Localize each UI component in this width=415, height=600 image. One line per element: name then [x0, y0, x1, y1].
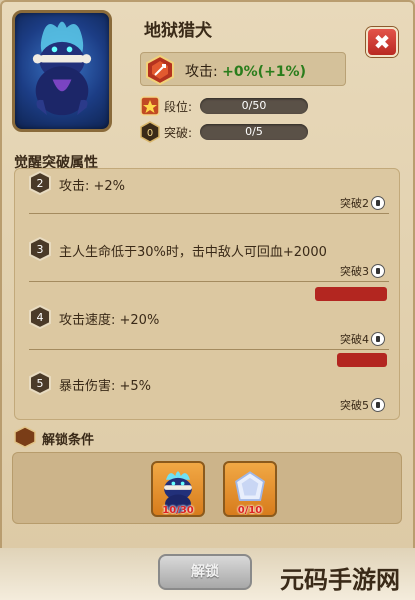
breakthrough-label: 突破:	[164, 126, 193, 140]
lock-icon	[371, 196, 385, 210]
item-tag: 突破4	[340, 331, 385, 347]
lock-icon	[371, 332, 385, 346]
item-text: 主人生命低于30%时，击中敌人可回血+2000	[59, 245, 327, 260]
item-tag: 突破5	[340, 397, 385, 413]
item-text: 攻击速度: +20%	[59, 313, 160, 328]
divider	[29, 349, 389, 350]
awakening-list[interactable]: 2 攻击: +2% 突破2 3 主人生命低于30%时，击中敌人可回血+2000 …	[14, 168, 400, 420]
item-tag: 突破2	[340, 195, 385, 211]
unlock-conditions-title: 解锁条件	[42, 433, 95, 448]
watermark: 元码手游网	[280, 566, 400, 594]
badge-hex-icon: 4	[29, 305, 51, 329]
breakthrough-icon-digit: 0	[147, 128, 153, 139]
attack-label: 攻击:	[185, 64, 218, 80]
requirement-count: 10/30	[162, 505, 194, 516]
divider	[29, 281, 389, 282]
hero-name: 地狱猎犬	[144, 21, 212, 41]
unlock-hex-icon	[14, 426, 36, 448]
requirement-slot[interactable]: 10/30	[151, 461, 205, 517]
attack-icon	[146, 55, 174, 85]
item-tag-label: 突破3	[340, 265, 369, 278]
badge-hex-icon: 3	[29, 237, 51, 261]
badge-number: 4	[37, 311, 44, 324]
divider	[29, 213, 389, 214]
rank-label: 段位:	[164, 100, 193, 114]
rank-progress-bar: 0/50	[200, 98, 308, 114]
lock-icon	[371, 264, 385, 278]
requirement-count: 0/10	[237, 505, 263, 516]
close-icon: ✖	[373, 30, 391, 54]
badge-hex-icon: 2	[29, 171, 51, 195]
item-tag-label: 突破2	[340, 197, 369, 210]
breakthrough-progress-bar: 0/5	[200, 124, 308, 140]
badge-number: 3	[37, 243, 44, 256]
red-status-pill	[315, 287, 387, 301]
breakthrough-hex-icon: 0	[140, 121, 160, 143]
badge-hex-icon: 5	[29, 371, 51, 395]
item-tag: 突破3	[340, 263, 385, 279]
hero-portrait	[12, 10, 112, 132]
attack-text: 攻击: +0%(+1%)	[185, 61, 306, 81]
rank-row: 段位: 0/50	[140, 95, 310, 117]
close-button[interactable]: ✖	[366, 27, 398, 57]
item-text: 暴击伤害: +5%	[59, 379, 152, 394]
unlock-button[interactable]: 解锁	[158, 554, 252, 590]
badge-number: 5	[37, 377, 44, 390]
rank-star-icon	[140, 96, 160, 116]
red-status-pill	[337, 353, 387, 367]
breakthrough-row: 0 突破: 0/5	[140, 121, 310, 143]
lock-icon	[371, 398, 385, 412]
item-tag-label: 突破5	[340, 399, 369, 412]
requirement-slot[interactable]: 0/10	[223, 461, 277, 517]
hellhound-portrait-icon	[32, 21, 92, 116]
attack-stat-row: 攻击: +0%(+1%)	[140, 52, 346, 86]
item-text: 攻击: +2%	[59, 179, 126, 194]
item-tag-label: 突破4	[340, 333, 369, 346]
requirements-panel: 10/30 0/10	[12, 452, 402, 524]
attack-value: +0%(+1%)	[222, 64, 306, 80]
badge-number: 2	[37, 177, 44, 190]
